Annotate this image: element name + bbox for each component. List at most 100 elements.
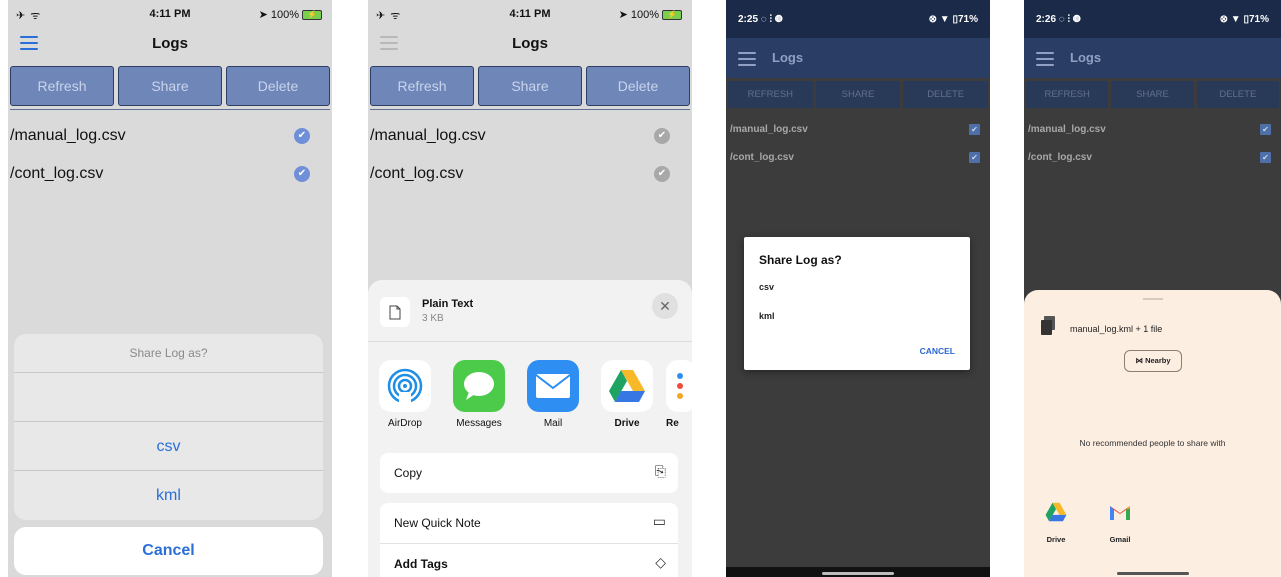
divider	[370, 109, 690, 110]
delete-button[interactable]: DELETE	[903, 81, 989, 108]
cancel-button[interactable]: Cancel	[14, 527, 323, 575]
status-right: ➤ 100% ⚡	[619, 8, 682, 21]
quick-note-icon: ▭	[652, 513, 666, 529]
reminders-icon	[666, 360, 692, 412]
document-title: Plain Text	[422, 298, 474, 310]
checkmark-icon[interactable]: ✔	[294, 128, 310, 144]
add-tags-action[interactable]: Add Tags	[394, 557, 448, 571]
share-action-sheet: Share Log as? csv kml	[14, 334, 323, 520]
home-indicator[interactable]	[1116, 572, 1189, 575]
status-time: 2:26 ◌ ⫶ ◍	[1036, 14, 1081, 25]
share-dialog: Share Log as? csv kml CANCEL	[744, 237, 970, 370]
share-app-drive[interactable]: Drive	[592, 360, 662, 429]
file-item-cont-log[interactable]: /cont_log.csv	[370, 165, 670, 183]
menu-icon[interactable]	[738, 52, 756, 66]
file-item-manual-log[interactable]: /manual_log.csv	[730, 124, 808, 135]
share-app-drive[interactable]: Drive	[1036, 502, 1076, 544]
copy-action[interactable]: Copy ⎘	[380, 453, 678, 493]
share-app-messages[interactable]: Messages	[444, 360, 514, 429]
option-kml[interactable]: kml	[759, 311, 775, 321]
action-list: New Quick Note ▭ Add Tags ◇	[380, 503, 678, 577]
drag-handle[interactable]	[1142, 298, 1163, 300]
no-recommendations-text: No recommended people to share with	[1079, 438, 1226, 448]
file-item-manual-log[interactable]: /manual_log.csv	[370, 127, 670, 145]
delete-button[interactable]: Delete	[226, 66, 330, 106]
app-label: Mail	[543, 418, 563, 429]
tag-icon: ◇	[655, 554, 666, 570]
delete-button[interactable]: DELETE	[1196, 81, 1279, 108]
option-kml[interactable]: kml	[14, 470, 323, 520]
app-label: Drive	[614, 418, 640, 429]
action-buttons: REFRESH SHARE DELETE	[1024, 78, 1281, 108]
nearby-button[interactable]: ⋈ Nearby	[1124, 350, 1182, 372]
mail-icon	[527, 360, 579, 412]
option-csv[interactable]: csv	[759, 282, 774, 292]
delete-button[interactable]: Delete	[586, 66, 690, 106]
files-label: manual_log.kml + 1 file	[1070, 324, 1163, 334]
android-logs-screen-dialog: 2:25 ◌ ⫶ ◍ ⊗ ▼ ▯71% Logs REFRESH SHARE D…	[726, 0, 990, 577]
android-share-sheet: manual_log.kml + 1 file ⋈ Nearby No reco…	[1024, 290, 1281, 577]
checkmark-icon[interactable]: ✔	[654, 128, 670, 144]
checkmark-icon[interactable]: ✔	[294, 166, 310, 182]
share-app-mail[interactable]: Mail	[518, 360, 588, 429]
nearby-icon: ⋈	[1135, 356, 1146, 365]
sheet-empty-row	[14, 372, 323, 421]
battery-text: ➤ 100%	[618, 9, 659, 21]
share-button[interactable]: Share	[478, 66, 582, 106]
airdrop-icon	[379, 360, 431, 412]
file-item-manual-log[interactable]: /manual_log.csv	[10, 127, 310, 145]
ios-logs-screen-action-sheet: ✈ ᯤ 4:11 PM ➤ 100% ⚡ Logs Refresh Share …	[8, 0, 332, 577]
dialog-title: Share Log as?	[759, 253, 842, 267]
share-sheet: Plain Text 3 KB ✕ AirDrop Messages Mail …	[368, 280, 692, 577]
battery-text: ➤ 100%	[258, 9, 299, 21]
page-title: Logs	[512, 35, 548, 52]
option-csv[interactable]: csv	[14, 421, 323, 470]
share-sheet-header: Plain Text 3 KB ✕	[368, 280, 692, 342]
menu-icon[interactable]	[1036, 52, 1054, 66]
app-label: Re	[666, 418, 679, 429]
android-logs-screen-share-sheet: 2:26 ◌ ⫶ ◍ ⊗ ▼ ▯71% Logs REFRESH SHARE D…	[1024, 0, 1281, 577]
refresh-button[interactable]: REFRESH	[728, 81, 813, 108]
gmail-icon	[1110, 506, 1130, 520]
share-button[interactable]: SHARE	[815, 81, 901, 108]
share-app-reminders[interactable]: Re	[666, 360, 692, 429]
refresh-button[interactable]: REFRESH	[1026, 81, 1109, 108]
cancel-button[interactable]: CANCEL	[920, 346, 955, 356]
files-icon	[1040, 316, 1056, 341]
status-bar: ✈ ᯤ 4:11 PM ➤ 100% ⚡	[8, 0, 332, 28]
checkbox-icon[interactable]: ✔	[969, 124, 980, 135]
status-right: ➤ 100% ⚡	[259, 8, 322, 21]
file-item-cont-log[interactable]: /cont_log.csv	[10, 165, 310, 183]
share-button[interactable]: SHARE	[1111, 81, 1194, 108]
refresh-button[interactable]: Refresh	[370, 66, 474, 106]
file-item-manual-log[interactable]: /manual_log.csv	[1028, 124, 1106, 135]
share-button[interactable]: Share	[118, 66, 222, 106]
refresh-button[interactable]: Refresh	[10, 66, 114, 106]
status-bar: ✈ ᯤ 4:11 PM ➤ 100% ⚡	[368, 0, 692, 28]
document-icon	[380, 297, 410, 327]
document-size: 3 KB	[422, 313, 444, 324]
status-right: ⊗ ▼ ▯71%	[928, 14, 978, 25]
nearby-label: Nearby	[1145, 356, 1171, 365]
share-app-row: AirDrop Messages Mail Drive Re	[368, 360, 692, 432]
nav-bar: Logs	[8, 28, 332, 62]
app-bar: Logs	[1024, 38, 1281, 78]
checkbox-icon[interactable]: ✔	[1260, 124, 1271, 135]
copy-icon: ⎘	[654, 463, 666, 479]
battery-icon: ⚡	[662, 9, 682, 20]
status-bar: 2:26 ◌ ⫶ ◍ ⊗ ▼ ▯71%	[1024, 0, 1281, 38]
divider	[10, 109, 330, 110]
app-label: AirDrop	[388, 418, 422, 429]
share-app-gmail[interactable]: Gmail	[1100, 502, 1140, 544]
file-item-cont-log[interactable]: /cont_log.csv	[730, 152, 794, 163]
checkmark-icon[interactable]: ✔	[654, 166, 670, 182]
home-indicator[interactable]	[822, 572, 894, 575]
share-app-airdrop[interactable]: AirDrop	[370, 360, 440, 429]
close-icon[interactable]: ✕	[652, 293, 678, 319]
checkbox-icon[interactable]: ✔	[1260, 152, 1271, 163]
file-item-cont-log[interactable]: /cont_log.csv	[1028, 152, 1092, 163]
quick-note-action[interactable]: New Quick Note	[394, 516, 481, 530]
messages-icon	[453, 360, 505, 412]
action-buttons: Refresh Share Delete	[10, 66, 330, 106]
checkbox-icon[interactable]: ✔	[969, 152, 980, 163]
